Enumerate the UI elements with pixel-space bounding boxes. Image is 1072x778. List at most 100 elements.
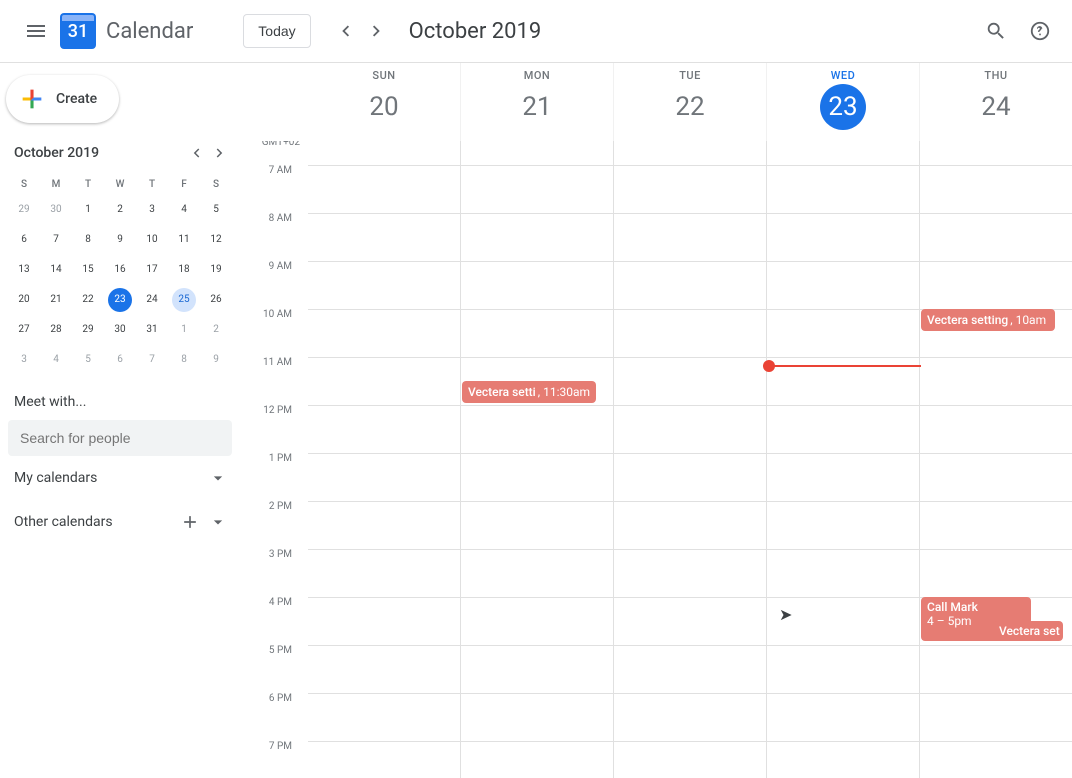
plus-multicolor-icon — [18, 85, 46, 113]
mini-day[interactable]: 30 — [108, 318, 132, 342]
day-header[interactable]: WED 23 — [766, 63, 919, 141]
hour-label: 7 PM — [269, 741, 300, 778]
hour-gridline — [308, 165, 1072, 213]
hour-gridline — [308, 645, 1072, 693]
day-header[interactable]: MON21 — [460, 63, 613, 141]
hour-gridline — [308, 693, 1072, 741]
mini-calendar-title[interactable]: October 2019 — [14, 145, 99, 161]
hour-label: 12 PM — [263, 405, 300, 453]
event-vectera-thu-2[interactable]: Vectera set — [993, 621, 1063, 641]
other-calendars-section[interactable]: Other calendars — [8, 500, 232, 544]
sidebar: Create October 2019 SMTWTFS2930123456789… — [0, 63, 248, 778]
mini-day[interactable]: 16 — [108, 258, 132, 282]
next-period-button[interactable] — [361, 15, 393, 47]
mini-day[interactable]: 30 — [44, 198, 68, 222]
day-header[interactable]: TUE22 — [613, 63, 766, 141]
mini-next-month[interactable] — [208, 141, 232, 165]
mini-day[interactable]: 25 — [172, 288, 196, 312]
event-vectera-thu[interactable]: Vectera setting, 10am — [921, 309, 1055, 331]
mini-day[interactable]: 8 — [76, 228, 100, 252]
help-button[interactable] — [1020, 11, 1060, 51]
mini-day[interactable]: 9 — [108, 228, 132, 252]
hamburger-icon — [24, 19, 48, 43]
mini-day[interactable]: 24 — [140, 288, 164, 312]
mini-day[interactable]: 31 — [140, 318, 164, 342]
day-of-week-label: THU — [920, 69, 1072, 82]
mini-day[interactable]: 19 — [204, 258, 228, 282]
plus-icon[interactable] — [180, 512, 200, 532]
day-number[interactable]: 22 — [667, 84, 713, 130]
mini-day[interactable]: 2 — [108, 198, 132, 222]
mini-day[interactable]: 13 — [12, 258, 36, 282]
logo-day-number: 31 — [68, 21, 88, 42]
prev-period-button[interactable] — [329, 15, 361, 47]
search-people-input[interactable] — [8, 420, 232, 456]
today-button[interactable]: Today — [243, 14, 310, 48]
mini-day[interactable]: 6 — [12, 228, 36, 252]
mini-day[interactable]: 7 — [44, 228, 68, 252]
mini-day[interactable]: 12 — [204, 228, 228, 252]
mini-dow: W — [104, 175, 136, 194]
day-number[interactable]: 20 — [361, 84, 407, 130]
my-calendars-section[interactable]: My calendars — [8, 456, 232, 500]
event-vectera-mon[interactable]: Vectera setti, 11:30am — [462, 381, 596, 403]
event-time: , 11:30am — [538, 385, 590, 399]
hour-gridline — [308, 453, 1072, 501]
chevron-right-icon — [211, 144, 229, 162]
mini-day[interactable]: 4 — [44, 348, 68, 372]
main-menu-button[interactable] — [12, 7, 60, 55]
mini-day[interactable]: 15 — [76, 258, 100, 282]
mini-day[interactable]: 17 — [140, 258, 164, 282]
mini-day[interactable]: 11 — [172, 228, 196, 252]
hour-gridline — [308, 357, 1072, 405]
mini-day[interactable]: 22 — [76, 288, 100, 312]
mini-day[interactable]: 28 — [44, 318, 68, 342]
mini-day[interactable]: 14 — [44, 258, 68, 282]
event-title: Vectera setti — [468, 385, 536, 399]
mini-day[interactable]: 9 — [204, 348, 228, 372]
mini-day[interactable]: 23 — [108, 288, 132, 312]
mini-calendar-header: October 2019 — [8, 141, 232, 165]
date-nav — [329, 15, 393, 47]
day-headers: SUN20MON21TUE22WED 23 THU 24 — [248, 63, 1072, 141]
hour-gridline — [308, 741, 1072, 778]
grid-lines — [308, 141, 1072, 778]
day-number[interactable]: 21 — [514, 84, 560, 130]
mini-day[interactable]: 1 — [172, 318, 196, 342]
create-button[interactable]: Create — [6, 75, 119, 123]
day-number[interactable]: 24 — [973, 84, 1019, 130]
search-button[interactable] — [976, 11, 1016, 51]
mini-day[interactable]: 5 — [204, 198, 228, 222]
mini-dow: T — [72, 175, 104, 194]
day-header[interactable]: SUN20 — [308, 63, 460, 141]
my-calendars-label: My calendars — [14, 470, 97, 486]
mini-day[interactable]: 3 — [12, 348, 36, 372]
mini-day[interactable]: 26 — [204, 288, 228, 312]
mini-day[interactable]: 1 — [76, 198, 100, 222]
mini-day[interactable]: 3 — [140, 198, 164, 222]
mini-day[interactable]: 21 — [44, 288, 68, 312]
mini-day[interactable]: 7 — [140, 348, 164, 372]
mini-day[interactable]: 6 — [108, 348, 132, 372]
day-header[interactable]: THU 24 — [919, 63, 1072, 141]
mini-prev-month[interactable] — [184, 141, 208, 165]
mini-day[interactable]: 18 — [172, 258, 196, 282]
mini-day[interactable]: 8 — [172, 348, 196, 372]
mini-day[interactable]: 4 — [172, 198, 196, 222]
hour-labels: 7 AM8 AM9 AM10 AM11 AM12 PM1 PM2 PM3 PM4… — [248, 141, 308, 778]
day-number[interactable]: 23 — [820, 84, 866, 130]
mini-day[interactable]: 10 — [140, 228, 164, 252]
mini-day[interactable]: 27 — [12, 318, 36, 342]
event-title: Vectera set — [999, 624, 1060, 638]
day-of-week-label: WED — [767, 69, 919, 82]
mini-day[interactable]: 29 — [76, 318, 100, 342]
mini-day[interactable]: 29 — [12, 198, 36, 222]
mini-dow: S — [8, 175, 40, 194]
current-date-range[interactable]: October 2019 — [409, 19, 542, 44]
hour-label: 6 PM — [269, 693, 300, 741]
mini-day[interactable]: 2 — [204, 318, 228, 342]
time-grid[interactable]: GMT+02 7 AM8 AM9 AM10 AM11 AM12 PM1 PM2 … — [248, 141, 1072, 778]
mini-day[interactable]: 20 — [12, 288, 36, 312]
mini-day[interactable]: 5 — [76, 348, 100, 372]
other-calendars-label: Other calendars — [14, 514, 113, 530]
